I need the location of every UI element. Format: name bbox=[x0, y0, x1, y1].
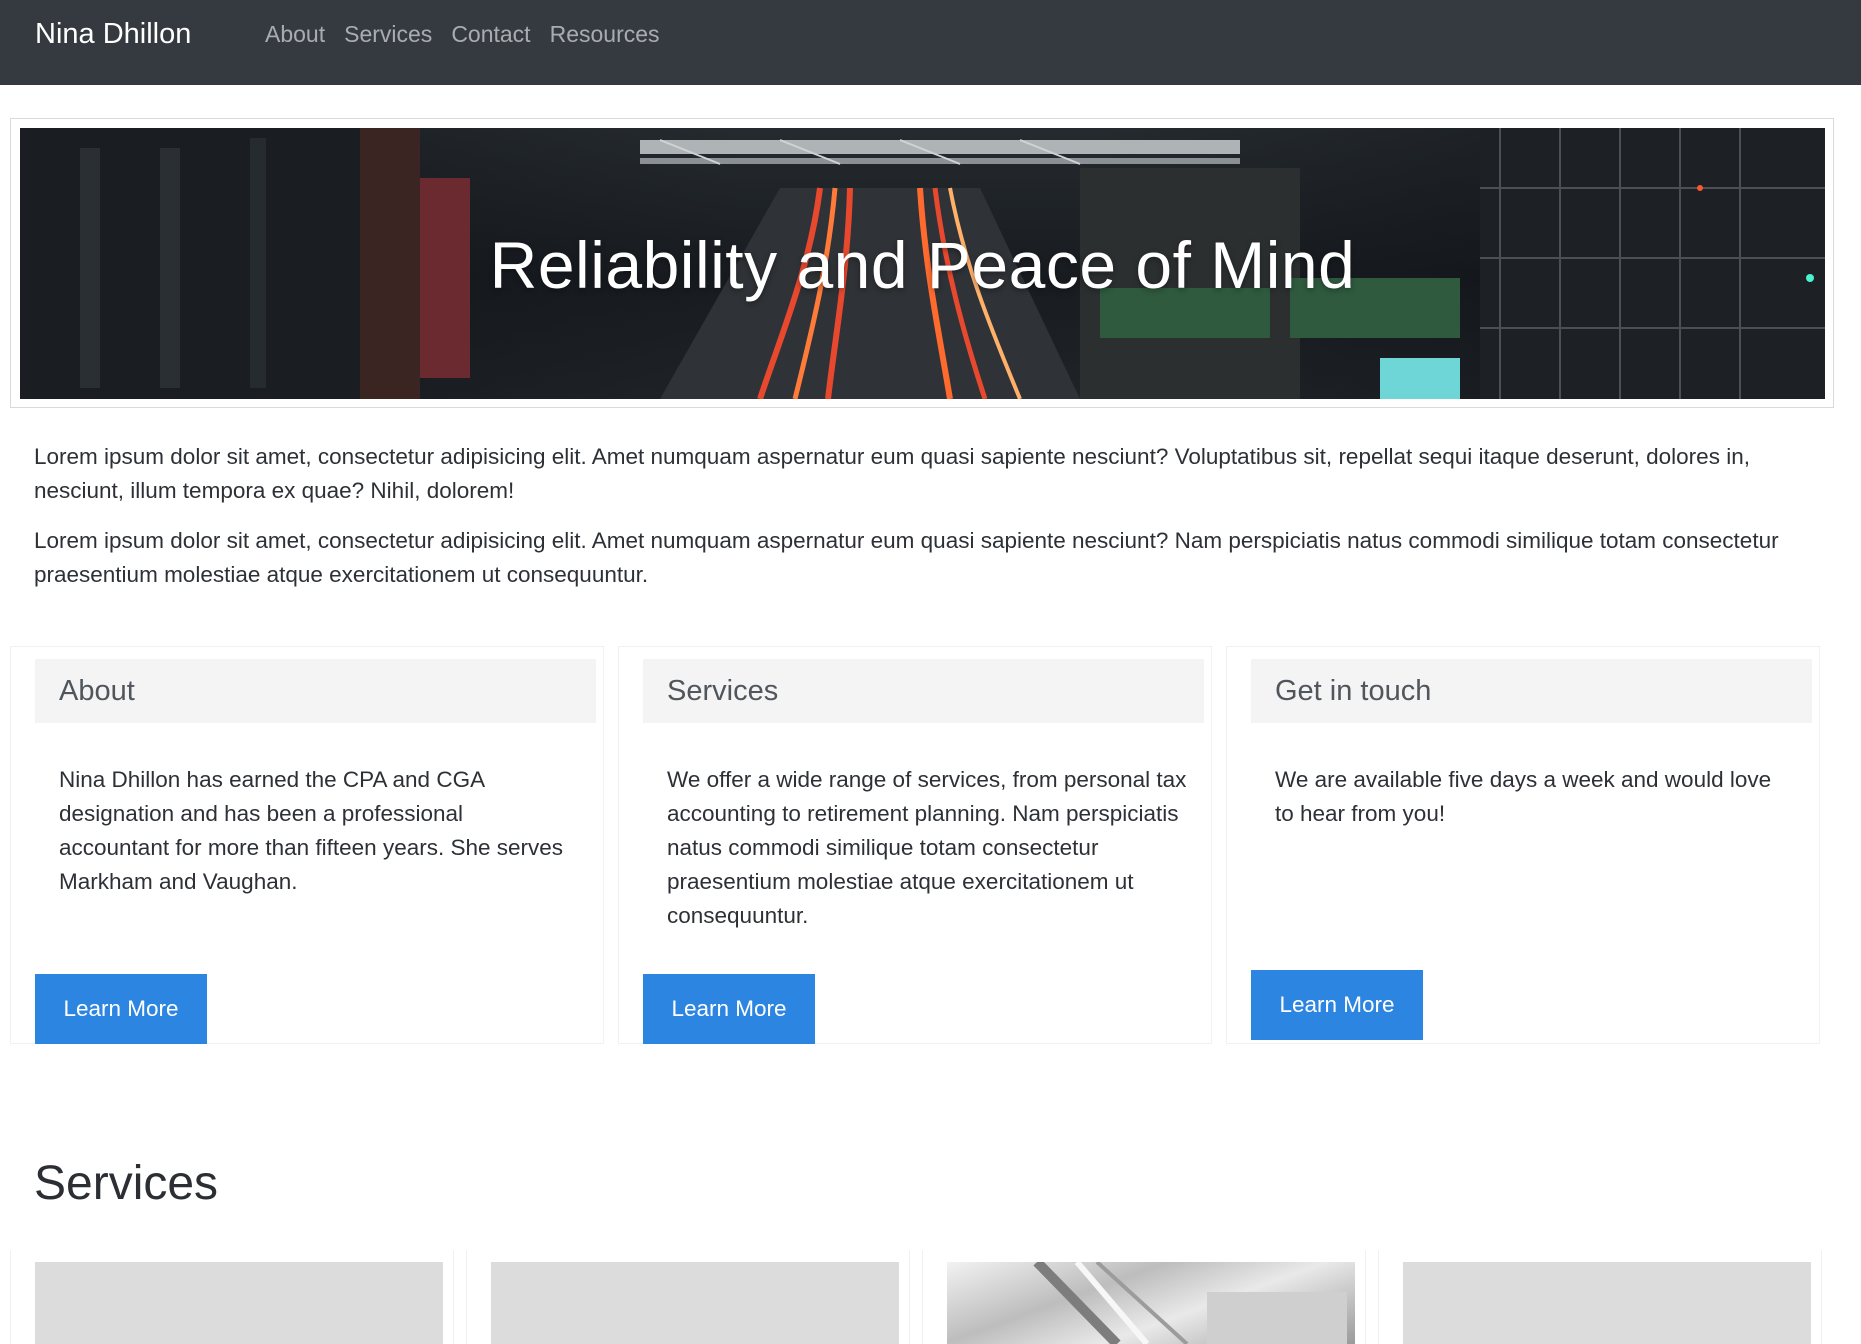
card-get-in-touch: Get in touch We are available five days … bbox=[1226, 646, 1820, 1044]
nav-links: About Services Contact Resources bbox=[265, 0, 679, 68]
learn-more-button[interactable]: Learn More bbox=[643, 974, 815, 1044]
nav-link-services[interactable]: Services bbox=[344, 21, 432, 48]
service-thumbnail[interactable] bbox=[947, 1262, 1355, 1344]
services-section-title: Services bbox=[34, 1157, 219, 1210]
hero-image: Reliability and Peace of Mind bbox=[20, 128, 1825, 399]
nav-link-resources[interactable]: Resources bbox=[550, 21, 660, 48]
nav-link-about[interactable]: About bbox=[265, 21, 325, 48]
learn-more-button[interactable]: Learn More bbox=[35, 974, 207, 1044]
card-body: We offer a wide range of services, from … bbox=[667, 767, 1187, 928]
intro-paragraph: Lorem ipsum dolor sit amet, consectetur … bbox=[34, 528, 1779, 587]
card-header: Get in touch bbox=[1251, 659, 1812, 723]
card-header: About bbox=[35, 659, 596, 723]
brand-link[interactable]: Nina Dhillon bbox=[35, 0, 191, 68]
learn-more-button[interactable]: Learn More bbox=[1251, 970, 1423, 1040]
service-card bbox=[466, 1250, 910, 1344]
service-card bbox=[10, 1250, 454, 1344]
hero-title: Reliability and Peace of Mind bbox=[489, 228, 1356, 302]
service-card bbox=[922, 1250, 1366, 1344]
keyboard-photo-illustration bbox=[1033, 1262, 1347, 1344]
hero-frame: Reliability and Peace of Mind bbox=[10, 118, 1834, 408]
card-body: We are available five days a week and wo… bbox=[1275, 767, 1772, 826]
service-thumbnail[interactable] bbox=[491, 1262, 899, 1344]
card-body: Nina Dhillon has earned the CPA and CGA … bbox=[59, 767, 564, 894]
card-header: Services bbox=[643, 659, 1204, 723]
service-thumbnail[interactable] bbox=[1403, 1262, 1811, 1344]
intro-paragraph: Lorem ipsum dolor sit amet, consectetur … bbox=[34, 444, 1750, 503]
service-thumbnail[interactable] bbox=[35, 1262, 443, 1344]
top-navbar: Nina Dhillon About Services Contact Reso… bbox=[0, 0, 1861, 85]
service-card bbox=[1378, 1250, 1822, 1344]
card-about: About Nina Dhillon has earned the CPA an… bbox=[10, 646, 604, 1044]
intro-text: Lorem ipsum dolor sit amet, consectetur … bbox=[34, 440, 1834, 608]
card-services: Services We offer a wide range of servic… bbox=[618, 646, 1212, 1044]
nav-link-contact[interactable]: Contact bbox=[451, 21, 530, 48]
